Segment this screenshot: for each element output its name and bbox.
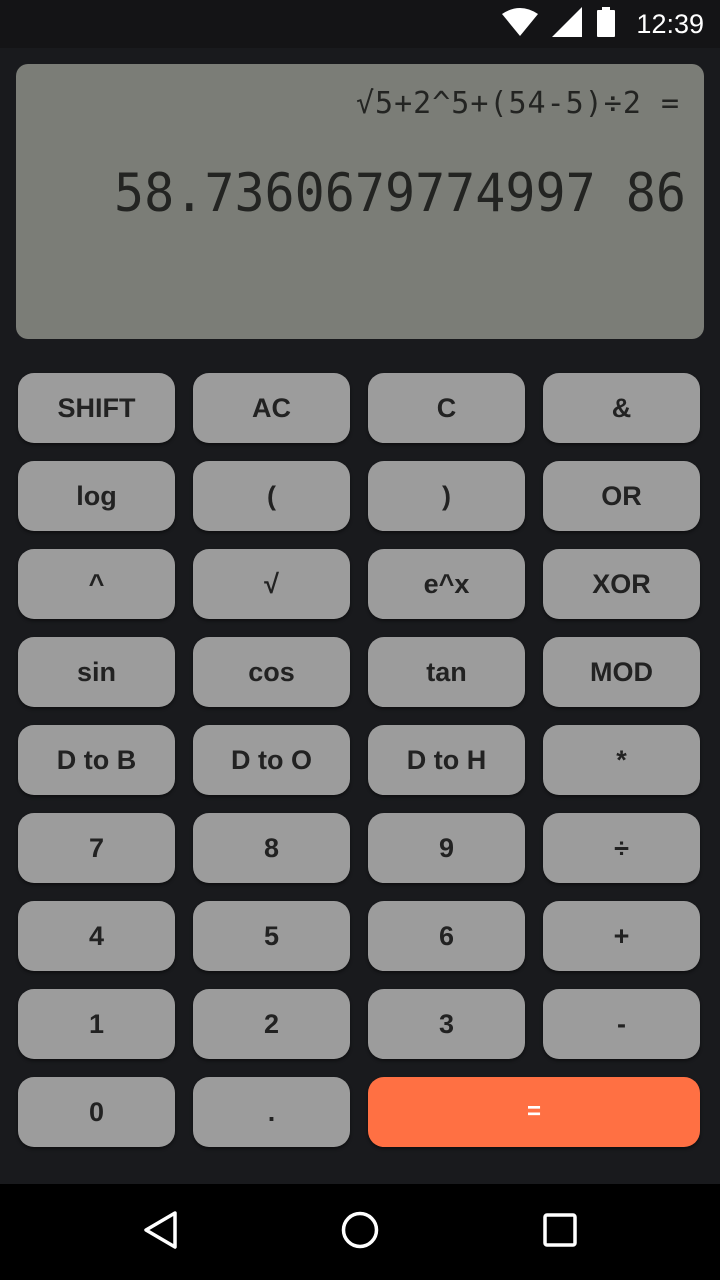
power-button[interactable]: ^ <box>18 549 175 619</box>
status-time: 12:39 <box>636 8 704 39</box>
recents-icon <box>542 1212 578 1253</box>
digit-8-button[interactable]: 8 <box>193 813 350 883</box>
add-button[interactable]: + <box>543 901 700 971</box>
dec-to-hex-button[interactable]: D to H <box>368 725 525 795</box>
navigation-bar <box>0 1184 720 1280</box>
calculator-display: √5+2^5+(54-5)÷2 = 58.7360679774997 86 <box>16 64 704 339</box>
back-icon <box>142 1210 178 1255</box>
recents-button[interactable] <box>512 1184 608 1280</box>
keypad: SHIFT AC C & log () OR ^ √ e^x XOR sin cos tan MOD D to… <box>18 373 702 1147</box>
open-paren-button[interactable]: ( <box>193 461 350 531</box>
cos-button[interactable]: cos <box>193 637 350 707</box>
all-clear-button[interactable]: AC <box>193 373 350 443</box>
exp-button[interactable]: e^x <box>368 549 525 619</box>
digit-9-button[interactable]: 9 <box>368 813 525 883</box>
divide-button[interactable]: ÷ <box>543 813 700 883</box>
home-button[interactable] <box>312 1184 408 1280</box>
tan-button[interactable]: tan <box>368 637 525 707</box>
xor-button[interactable]: XOR <box>543 549 700 619</box>
clear-button[interactable]: C <box>368 373 525 443</box>
status-icons: 12:39 <box>502 0 704 48</box>
digit-1-button[interactable]: 1 <box>18 989 175 1059</box>
log-button[interactable]: log <box>18 461 175 531</box>
wifi-icon <box>502 7 539 41</box>
home-icon <box>340 1210 380 1255</box>
and-button[interactable]: & <box>543 373 700 443</box>
signal-icon <box>552 6 583 42</box>
digit-3-button[interactable]: 3 <box>368 989 525 1059</box>
back-button[interactable] <box>112 1184 208 1280</box>
digit-2-button[interactable]: 2 <box>193 989 350 1059</box>
digit-0-button[interactable]: 0 <box>18 1077 175 1147</box>
expression-text: √5+2^5+(54-5)÷2 = <box>355 86 680 121</box>
digit-6-button[interactable]: 6 <box>368 901 525 971</box>
digit-4-button[interactable]: 4 <box>18 901 175 971</box>
sin-button[interactable]: sin <box>18 637 175 707</box>
battery-icon <box>596 6 616 42</box>
sqrt-button[interactable]: √ <box>193 549 350 619</box>
status-bar: 12:39 <box>0 0 720 48</box>
close-paren-button[interactable]: ) <box>368 461 525 531</box>
decimal-point-button[interactable]: . <box>193 1077 350 1147</box>
or-button[interactable]: OR <box>543 461 700 531</box>
multiply-button[interactable]: * <box>543 725 700 795</box>
shift-button[interactable]: SHIFT <box>18 373 175 443</box>
digit-7-button[interactable]: 7 <box>18 813 175 883</box>
result-text: 58.7360679774997 86 <box>114 162 686 224</box>
mod-button[interactable]: MOD <box>543 637 700 707</box>
dec-to-oct-button[interactable]: D to O <box>193 725 350 795</box>
subtract-button[interactable]: - <box>543 989 700 1059</box>
equals-button[interactable]: = <box>368 1077 700 1147</box>
dec-to-bin-button[interactable]: D to B <box>18 725 175 795</box>
digit-5-button[interactable]: 5 <box>193 901 350 971</box>
